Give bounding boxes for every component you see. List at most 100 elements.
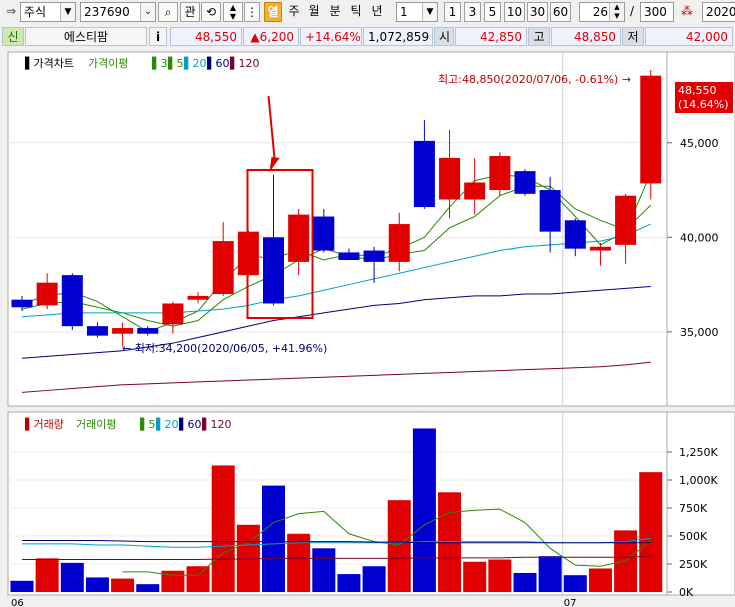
price-change-value: ▲6,200 — [250, 30, 294, 44]
period-weekly-label: 주 — [288, 4, 300, 18]
date-input[interactable]: 2020/0 — [702, 2, 735, 22]
volume-bar — [563, 575, 587, 592]
candle-body — [489, 156, 511, 191]
candle-body — [539, 190, 561, 232]
info-icon: i — [155, 30, 161, 44]
candle-body — [388, 224, 410, 262]
info-button[interactable]: i — [149, 27, 167, 46]
stock-code-input[interactable]: 237690 ⌄ — [80, 2, 156, 22]
gwan-button[interactable]: 관 — [180, 2, 200, 22]
interval-5-label: 5 — [488, 5, 497, 19]
candle-body — [615, 195, 637, 245]
security-type-select[interactable]: 주식 ▼ — [20, 2, 76, 22]
interval-60-button[interactable]: 60 — [550, 2, 571, 22]
volume-tick-label: 0K — [679, 586, 694, 599]
volume-panel — [7, 411, 668, 596]
candle-body — [338, 252, 360, 260]
candle-body — [11, 299, 33, 308]
interval-5-button[interactable]: 5 — [484, 2, 501, 22]
high-price: 48,850 — [551, 27, 621, 46]
open-price: 42,850 — [455, 27, 527, 46]
refresh-button[interactable]: ⟲ — [201, 2, 221, 22]
volume-bar — [35, 558, 59, 592]
volume-bar — [538, 556, 562, 592]
volume-bar — [10, 580, 34, 592]
volume-legend-거래이평: 거래이평 — [76, 418, 116, 431]
volume-bar — [60, 562, 84, 592]
interval-30-button[interactable]: 30 — [527, 2, 548, 22]
period-monthly-label: 월 — [308, 4, 320, 18]
chevron-down-icon[interactable]: ⌄ — [140, 3, 155, 21]
price-legend-5: ▌5 — [167, 56, 183, 70]
volume: 1,072,859 — [363, 27, 433, 46]
candle-body — [86, 326, 108, 336]
top-toolbar: ⇒ 주식 ▼ 237690 ⌄ ⌕ 관 ⟲ ▲ ▼ ⋮ 열 주 월 분 틱 년 1… — [0, 0, 735, 24]
price-tick-label: 35,000 — [680, 326, 719, 339]
volume-bar — [262, 485, 285, 592]
open-label-text: 시 — [439, 30, 451, 44]
view-count-input[interactable]: 26 ▲ ▼ — [579, 2, 625, 22]
volume-bar — [111, 578, 135, 592]
candle-body — [112, 328, 134, 334]
period-year-button[interactable]: 년 — [368, 2, 386, 22]
settings-grid-icon[interactable]: ⁂ — [678, 1, 696, 21]
volume-legend-20: ▌20 — [155, 417, 178, 431]
volume-legend-60: ▌60 — [178, 417, 201, 431]
low-label-text: 저 — [627, 30, 639, 44]
period-minute-button[interactable]: 분 — [326, 2, 344, 22]
up-down-spinner[interactable]: ▲ ▼ — [223, 2, 243, 22]
candle-body — [413, 140, 435, 208]
volume-value: 1,072,859 — [368, 30, 430, 44]
candle-body — [212, 241, 234, 295]
volume-legend-120: ▌120 — [201, 417, 231, 431]
market-badge-label: 신 — [7, 30, 19, 44]
yeol-button[interactable]: 열 — [264, 2, 282, 22]
interval-1-button[interactable]: 1 — [444, 2, 461, 22]
period-year-label: 년 — [371, 4, 383, 18]
list-toggle-button[interactable]: ⋮ — [244, 2, 260, 22]
candle-body — [514, 171, 536, 194]
low-label: 저 — [622, 27, 644, 46]
interval-10-label: 10 — [506, 5, 523, 19]
search-button[interactable]: ⌕ — [158, 2, 178, 22]
stock-code-value: 237690 — [84, 5, 130, 19]
total-count-input[interactable]: 300 — [640, 2, 674, 22]
period-minute-label: 분 — [329, 4, 341, 18]
low-price: 42,000 — [645, 27, 733, 46]
volume-tick-label: 1,000K — [679, 474, 718, 487]
chevron-down-icon[interactable]: ▼ — [60, 3, 75, 21]
chevron-down-icon[interactable]: ▼ — [422, 3, 437, 21]
high-label: 고 — [528, 27, 550, 46]
pin-icon[interactable]: ⇒ — [3, 1, 19, 21]
volume-tick-label: 750K — [679, 502, 708, 515]
volume-bar — [488, 559, 512, 592]
view-count-value: 26 — [592, 5, 608, 19]
low-annotation: ← 최저:34,200(2020/06/05, +41.96%) — [122, 342, 327, 355]
candle-body — [137, 328, 159, 334]
candle-body — [61, 275, 83, 327]
volume-bar — [85, 577, 109, 592]
stock-name[interactable]: 에스티팜 — [25, 27, 147, 46]
period-tick-button[interactable]: 틱 — [347, 2, 365, 22]
volume-tick-label: 1,250K — [679, 446, 718, 459]
stock-chart[interactable]: 35,000 40,000 45,000 0K 250K 500K 750K 1,000K 1,… — [0, 48, 735, 607]
volume-bar — [211, 465, 235, 592]
candle-body — [589, 246, 611, 251]
candle-body — [36, 282, 58, 306]
interval-10-button[interactable]: 10 — [504, 2, 525, 22]
open-label: 시 — [434, 27, 454, 46]
candle-body — [564, 220, 586, 249]
security-type-label: 주식 — [24, 5, 47, 19]
market-badge: 신 — [2, 27, 24, 46]
volume-bar — [186, 566, 210, 592]
high-price-value: 48,850 — [574, 30, 616, 44]
spinner-icon[interactable]: ▲ ▼ — [609, 3, 624, 21]
volume-bar — [438, 492, 462, 592]
interval-select[interactable]: 1 ▼ — [396, 2, 438, 22]
volume-bar — [639, 472, 663, 592]
period-monthly-button[interactable]: 월 — [305, 2, 323, 22]
period-weekly-button[interactable]: 주 — [285, 2, 303, 22]
total-count-value: 300 — [644, 5, 667, 19]
open-price-value: 42,850 — [480, 30, 522, 44]
interval-3-button[interactable]: 3 — [464, 2, 481, 22]
